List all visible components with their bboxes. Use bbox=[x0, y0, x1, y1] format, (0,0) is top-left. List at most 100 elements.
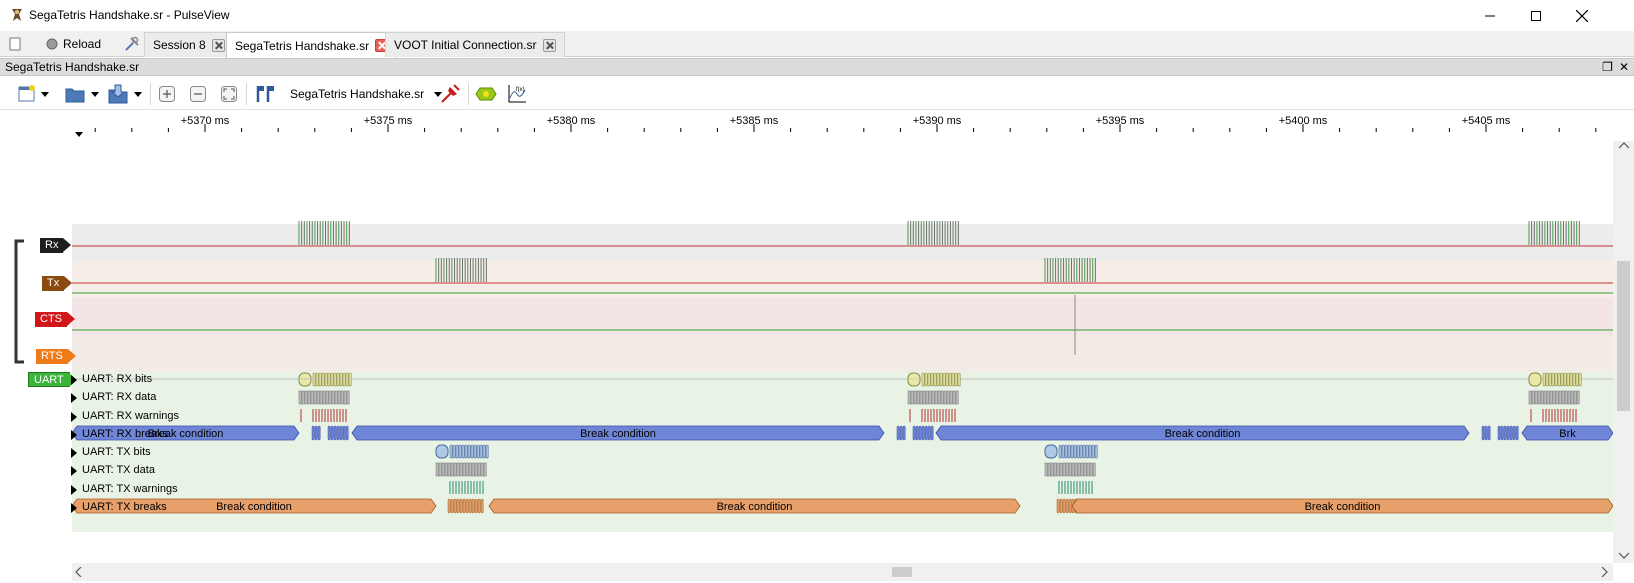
probe-config-button[interactable] bbox=[439, 83, 461, 105]
open-file-button[interactable] bbox=[64, 83, 86, 105]
close-dock-icon[interactable]: ✕ bbox=[1619, 60, 1629, 74]
save-file-dropdown[interactable] bbox=[133, 83, 143, 105]
signal-label-rts[interactable]: RTS bbox=[36, 349, 76, 364]
minimize-button[interactable] bbox=[1467, 0, 1513, 31]
zoom-out-button[interactable] bbox=[188, 83, 208, 105]
reload-button[interactable]: Reload bbox=[46, 34, 101, 54]
time-ruler[interactable]: +5370 ms +5375 ms +5380 ms +5385 ms +539… bbox=[72, 111, 1613, 141]
cursors-button[interactable] bbox=[253, 83, 277, 105]
break-condition-label: Break condition bbox=[1305, 501, 1381, 513]
chevron-down-icon bbox=[91, 91, 99, 97]
ruler-label: +5370 ms bbox=[180, 115, 230, 127]
horizontal-scroll-thumb[interactable] bbox=[892, 567, 912, 577]
ruler-label: +5395 ms bbox=[1095, 115, 1145, 127]
new-view-button[interactable] bbox=[16, 83, 38, 105]
scroll-down-icon[interactable] bbox=[1619, 552, 1629, 560]
decoder-warning-block bbox=[909, 409, 956, 422]
break-condition-label: Break condition bbox=[216, 501, 292, 513]
settings-button[interactable] bbox=[124, 34, 140, 54]
decoder-label-uart[interactable]: UART bbox=[28, 372, 77, 387]
signal-label-cts[interactable]: CTS bbox=[35, 312, 75, 327]
break-condition-label: Break condition bbox=[1165, 428, 1241, 440]
device-selector[interactable]: SegaTetris Handshake.sr bbox=[290, 84, 443, 104]
expand-row-icon bbox=[71, 466, 77, 476]
pulseview-app-icon bbox=[12, 9, 22, 21]
horizontal-scrollbar[interactable] bbox=[72, 563, 1613, 581]
scroll-right-icon[interactable] bbox=[1601, 567, 1609, 577]
session-title: SegaTetris Handshake.sr bbox=[5, 60, 140, 74]
break-condition-bar: Break condition bbox=[935, 425, 1470, 441]
break-condition-bar: Break condition bbox=[1071, 498, 1613, 514]
session-dock-header: SegaTetris Handshake.sr ❐ ✕ bbox=[0, 58, 1634, 76]
decoder-bits-block bbox=[1528, 372, 1582, 387]
signal-label-tx[interactable]: Tx bbox=[42, 276, 73, 291]
decoder-bits-block bbox=[907, 372, 961, 387]
scroll-left-icon[interactable] bbox=[74, 567, 82, 577]
signal-label-rx[interactable]: Rx bbox=[40, 238, 73, 253]
scroll-up-icon[interactable] bbox=[1619, 141, 1629, 149]
break-condition-fragments bbox=[311, 425, 349, 441]
decoder-bits-block bbox=[435, 444, 489, 459]
ruler-ticks bbox=[75, 124, 1597, 137]
waveform-canvas: Break condition Break condition Break cond… bbox=[72, 221, 1613, 514]
main-toolbar: SegaTetris Handshake.sr f(x) bbox=[0, 77, 1634, 110]
close-button[interactable] bbox=[1559, 0, 1605, 31]
tab-label: Session 8 bbox=[153, 38, 206, 52]
tab-segatetris-handshake[interactable]: SegaTetris Handshake.sr bbox=[226, 32, 398, 58]
tab-voot-initial-connection[interactable]: VOOT Initial Connection.sr bbox=[385, 32, 565, 57]
chevron-down-icon bbox=[41, 91, 49, 97]
open-file-dropdown[interactable] bbox=[90, 83, 100, 105]
tab-close-icon[interactable] bbox=[211, 38, 225, 52]
decoder-row-tx-breaks: UART: TX breaks bbox=[82, 501, 167, 513]
decoder-row-tx-bits: UART: TX bits bbox=[82, 446, 151, 458]
cursor-markers-icon bbox=[256, 86, 274, 102]
expand-row-icon bbox=[71, 503, 77, 513]
math-function-icon: f(x) bbox=[508, 85, 526, 103]
vertical-scroll-thumb[interactable] bbox=[1617, 261, 1630, 411]
ruler-label: +5405 ms bbox=[1461, 115, 1511, 127]
break-condition-label: Break condition bbox=[717, 501, 793, 513]
protocol-decoder-icon bbox=[475, 87, 497, 101]
add-decoder-button[interactable] bbox=[474, 83, 498, 105]
ruler-label: +5390 ms bbox=[912, 115, 962, 127]
trace-view[interactable]: Rx Tx CTS RTS UART Break condition Break … bbox=[0, 141, 1613, 563]
reload-icon bbox=[46, 38, 58, 50]
uart-burst bbox=[298, 221, 350, 245]
decoder-row-tx-warnings: UART: TX warnings bbox=[82, 483, 178, 495]
ruler-label: +5400 ms bbox=[1278, 115, 1328, 127]
maximize-icon bbox=[1531, 10, 1541, 21]
uart-burst bbox=[1044, 258, 1096, 282]
decoder-bits-block bbox=[298, 372, 352, 387]
expand-row-icon bbox=[71, 412, 77, 422]
tab-session-8[interactable]: Session 8 bbox=[144, 32, 234, 57]
break-condition-label: Brk bbox=[1559, 428, 1576, 440]
ruler-menu-icon bbox=[75, 132, 83, 137]
break-condition-fragments bbox=[1481, 425, 1519, 441]
break-condition-fragments bbox=[896, 425, 934, 441]
device-selector-label: SegaTetris Handshake.sr bbox=[290, 87, 425, 101]
uart-burst bbox=[907, 221, 959, 245]
new-document-icon bbox=[9, 37, 21, 51]
float-dock-icon[interactable]: ❐ bbox=[1602, 60, 1613, 74]
maximize-button[interactable] bbox=[1513, 0, 1559, 31]
zoom-fit-button[interactable] bbox=[219, 83, 239, 105]
decoder-warning-block bbox=[1058, 481, 1093, 494]
math-signal-button[interactable]: f(x) bbox=[506, 83, 528, 105]
minimize-icon bbox=[1485, 15, 1495, 16]
new-view-dropdown[interactable] bbox=[40, 83, 50, 105]
break-condition-bar: Brk bbox=[1521, 425, 1613, 441]
expand-row-icon bbox=[71, 485, 77, 495]
expand-row-icon bbox=[71, 448, 77, 458]
decoder-row-rx-warnings: UART: RX warnings bbox=[82, 410, 179, 422]
decoder-data-block bbox=[435, 462, 487, 477]
vertical-scrollbar[interactable] bbox=[1613, 141, 1634, 563]
decoder-warning-block bbox=[449, 481, 484, 494]
uart-burst bbox=[435, 258, 487, 282]
probe-icon bbox=[441, 84, 460, 103]
title-bar: SegaTetris Handshake.sr - PulseView bbox=[0, 0, 1634, 31]
new-session-button[interactable] bbox=[8, 34, 22, 54]
break-condition-bar: Break condition bbox=[488, 498, 1021, 514]
zoom-in-button[interactable] bbox=[157, 83, 177, 105]
tab-close-icon[interactable] bbox=[542, 38, 556, 52]
save-file-button[interactable] bbox=[106, 83, 130, 105]
